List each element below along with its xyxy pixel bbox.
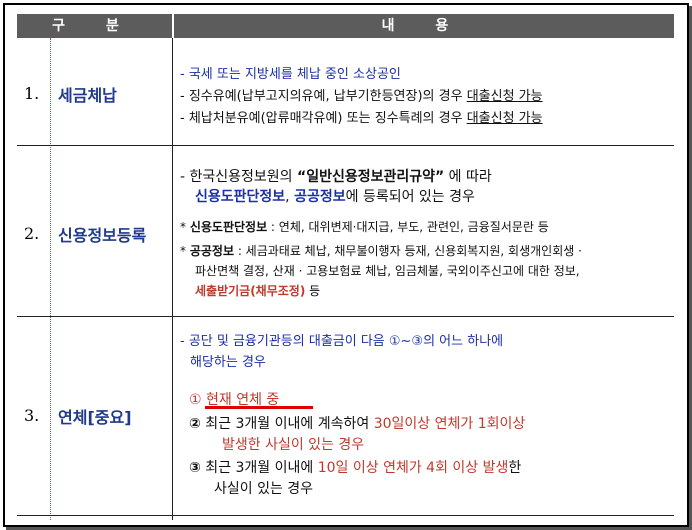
bullet-star: *	[180, 244, 186, 258]
dash: -	[180, 67, 185, 82]
number-divider	[50, 38, 51, 520]
red-term: 30일이상 연체가 1회이상	[373, 416, 526, 432]
content-line: * 공공정보 : 세금과태료 체납, 채무불이행자 등재, 신용회복지원, 회생…	[180, 242, 582, 259]
row-title: 세금체납	[58, 86, 117, 105]
text: 해당하는 경우	[190, 355, 266, 370]
line-text: 체납처분유예(압류매각유예) 또는 징수특례의 경우	[188, 111, 463, 126]
red-underline	[205, 406, 313, 409]
list-marker: ②	[189, 416, 201, 432]
row-number: 2.	[24, 224, 40, 243]
row-divider	[17, 515, 674, 516]
text: 최근 3개월 이내에	[200, 460, 318, 476]
quoted-term: “일반신용정보관리규약”	[297, 169, 445, 185]
dash: -	[180, 111, 185, 126]
content-line: ③ 최근 3개월 이내에 10일 이상 연체가 4회 이상 발생한	[189, 457, 521, 477]
row-title: 신용정보등록	[58, 226, 147, 245]
content-line: - 한국신용정보원의 “일반신용정보관리규약” 에 따라	[180, 166, 492, 186]
row-divider	[17, 145, 674, 146]
text: 에 등록되어 있는 경우	[345, 189, 475, 205]
text: : 연체, 대위변제·대지급, 부도, 관련인, 금융질서문란 등	[267, 220, 549, 234]
text: 파산면책 결정, 산재 · 고용보험료 체납, 임금체불, 국외이주신고에 대한…	[195, 264, 580, 278]
text: 사실이 있는 경우	[214, 481, 314, 497]
content-line: 세출받기금(채무조정) 등	[195, 282, 320, 299]
text: 등	[305, 284, 321, 298]
text: 한	[508, 460, 522, 476]
content-line: 파산면책 결정, 산재 · 고용보험료 체납, 임금체불, 국외이주신고에 대한…	[195, 262, 580, 279]
bullet-label: 공공정보	[189, 244, 234, 258]
column-divider	[172, 38, 173, 520]
list-marker: ③	[189, 460, 201, 476]
row-divider	[17, 316, 674, 317]
content-line: 발생한 사실이 있는 경우	[222, 434, 364, 454]
text: - 한국신용정보원의	[180, 169, 297, 185]
row-number: 1.	[24, 84, 40, 103]
content-line: - 체납처분유예(압류매각유예) 또는 징수특례의 경우 대출신청 가능	[180, 107, 543, 126]
text: 에 따라	[444, 169, 492, 185]
text: 발생한 사실이 있는 경우	[222, 437, 365, 453]
highlight-term: 공공정보	[294, 189, 346, 205]
dash: -	[180, 89, 185, 104]
highlight-term: 신용도판단정보	[195, 189, 286, 205]
red-term: 10일 이상 연체가 4회 이상 발생	[317, 460, 509, 476]
content-line: 사실이 있는 경우	[214, 478, 313, 498]
content-line: ② 최근 3개월 이내에 계속하여 30일이상 연체가 1회이상	[189, 413, 525, 433]
text: ,	[285, 189, 295, 205]
header-content: 내 용	[381, 18, 467, 34]
table-header: 구 분 내 용	[17, 14, 674, 38]
content-line: 신용도판단정보, 공공정보에 등록되어 있는 경우	[195, 186, 475, 206]
content-line: - 징수유예(납부고지의유예, 납부기한등연장)의 경우 대출신청 가능	[180, 85, 543, 104]
text: 최근 3개월 이내에 계속하여	[200, 416, 374, 432]
red-term: 세출받기금(채무조정)	[195, 284, 306, 298]
bullet-label: 신용도판단정보	[189, 220, 268, 234]
content-line: 해당하는 경우	[190, 351, 266, 370]
bullet-star: *	[180, 220, 186, 234]
row-number: 3.	[24, 406, 40, 425]
text: - 공단 및 금융기관등의 대출금이 다음 ①~③의 어느 하나에	[180, 334, 504, 349]
content-line: * 신용도판단정보 : 연체, 대위변제·대지급, 부도, 관련인, 금융질서문…	[180, 218, 549, 235]
text: : 세금과태료 체납, 채무불이행자 등재, 신용회복지원, 회생개인회생 ·	[234, 244, 582, 258]
underlined-text: 대출신청 가능	[466, 111, 543, 126]
content-line: - 공단 및 금융기관등의 대출금이 다음 ①~③의 어느 하나에	[180, 330, 503, 349]
header-category: 구 분	[52, 18, 137, 34]
content-line: - 국세 또는 지방세를 체납 중인 소상공인	[180, 63, 401, 82]
line-text: 징수유예(납부고지의유예, 납부기한등연장)의 경우	[188, 89, 463, 104]
underlined-text: 대출신청 가능	[466, 89, 543, 104]
line-text: 국세 또는 지방세를 체납 중인 소상공인	[188, 67, 401, 82]
row-title: 연체[중요]	[58, 408, 132, 427]
